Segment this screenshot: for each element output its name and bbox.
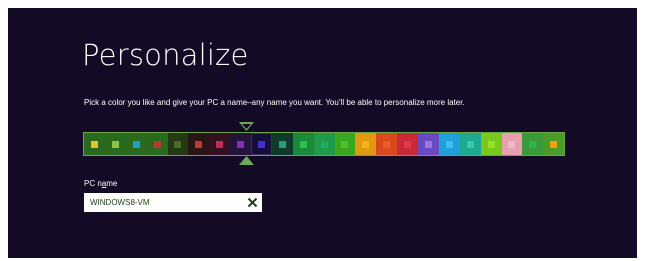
color-swatch[interactable] [459, 133, 481, 155]
color-swatch[interactable] [251, 133, 272, 155]
color-swatch[interactable] [188, 133, 210, 155]
color-swatch[interactable] [209, 133, 231, 155]
pc-name-label: PC name [84, 179, 117, 188]
close-icon[interactable] [247, 197, 258, 208]
color-swatch[interactable] [313, 133, 335, 155]
color-swatch-chip [445, 140, 453, 148]
color-swatch[interactable] [167, 133, 189, 155]
color-swatch-chip [132, 140, 140, 148]
pc-name-input[interactable] [84, 193, 234, 212]
color-swatch-chip [424, 140, 432, 148]
page-description: Pick a color you like and give your PC a… [84, 98, 465, 107]
color-swatch-chip [299, 140, 307, 148]
color-swatch-chip [466, 140, 474, 148]
setup-screen: Personalize Pick a color you like and gi… [8, 8, 637, 258]
color-swatch-chip [278, 140, 286, 148]
color-swatch-chip [320, 140, 328, 148]
color-swatch[interactable] [438, 133, 460, 155]
color-swatch[interactable] [271, 133, 293, 155]
color-swatch[interactable] [397, 133, 418, 155]
color-swatch-chip [383, 140, 391, 148]
selection-marker-down-icon [239, 122, 254, 131]
color-swatch[interactable] [480, 133, 502, 155]
color-swatch[interactable] [522, 133, 544, 155]
color-swatch[interactable] [501, 133, 523, 155]
color-swatch-chip [174, 140, 182, 148]
color-swatch-chip [111, 140, 119, 148]
color-swatch-chip [404, 140, 412, 148]
color-swatch-chip [529, 140, 537, 148]
color-swatch-chip [257, 140, 265, 148]
color-swatch-chip [362, 140, 370, 148]
color-swatch-chip [341, 140, 349, 148]
color-swatch-chip [90, 140, 98, 148]
color-swatch-chip [153, 140, 161, 148]
color-swatch-chip [487, 140, 495, 148]
color-swatch[interactable] [104, 133, 126, 155]
color-swatch[interactable] [418, 133, 439, 155]
color-swatch[interactable] [125, 133, 147, 155]
color-swatch-chip [195, 140, 203, 148]
color-swatch[interactable] [146, 133, 168, 155]
color-swatch[interactable] [84, 133, 105, 155]
color-swatch-chip [237, 140, 245, 148]
pc-name-label-text: PC name [84, 179, 118, 188]
color-swatch-chip [508, 140, 516, 148]
selection-marker-up-icon [239, 156, 254, 165]
pc-name-field[interactable] [84, 193, 262, 212]
color-swatch-chip [550, 140, 558, 148]
color-picker-strip [83, 132, 565, 156]
color-swatch-chip [216, 140, 224, 148]
color-swatch[interactable] [355, 133, 377, 155]
page-title: Personalize [82, 38, 249, 72]
color-swatch[interactable] [292, 133, 314, 155]
color-swatch[interactable] [230, 133, 251, 155]
color-swatch[interactable] [376, 133, 398, 155]
color-swatch[interactable] [543, 133, 565, 155]
color-swatch[interactable] [334, 133, 356, 155]
